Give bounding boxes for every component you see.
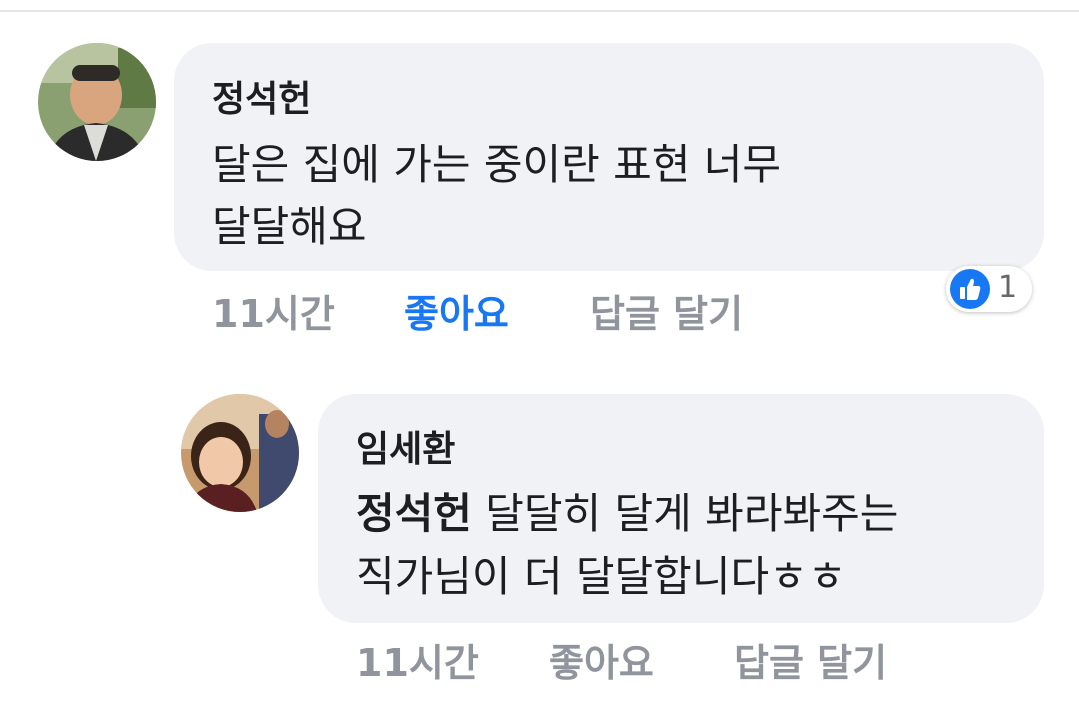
comment-author[interactable]: 임세환	[356, 420, 455, 472]
avatar[interactable]	[181, 394, 299, 512]
reply-button[interactable]: 답글 달기	[590, 283, 743, 338]
thumbs-up-icon	[950, 269, 990, 309]
reaction-count: 1	[998, 270, 1018, 305]
comment-timestamp[interactable]: 11시간	[356, 632, 479, 687]
like-button[interactable]: 좋아요	[549, 632, 654, 687]
reply-button[interactable]: 답글 달기	[734, 632, 887, 687]
reaction-count-pill[interactable]: 1	[946, 266, 1032, 312]
comment-text-line: 정석헌 달달히 달게 봐라봐주는	[356, 480, 898, 541]
comment-text: 달달히 달게 봐라봐주는	[471, 489, 899, 538]
comment-text-line: 달은 집에 가는 중이란 표현 너무	[212, 140, 782, 189]
like-button[interactable]: 좋아요	[404, 283, 509, 338]
top-divider	[0, 10, 1079, 12]
mention-link[interactable]: 정석헌	[356, 489, 472, 538]
avatar[interactable]	[38, 43, 156, 161]
comment-text-line: 직가님이 더 달달합니다ㅎㅎ	[356, 552, 847, 601]
comment-text-line: 달달해요	[212, 202, 367, 251]
comment-timestamp[interactable]: 11시간	[212, 283, 335, 338]
comment-author[interactable]: 정석헌	[212, 70, 311, 122]
